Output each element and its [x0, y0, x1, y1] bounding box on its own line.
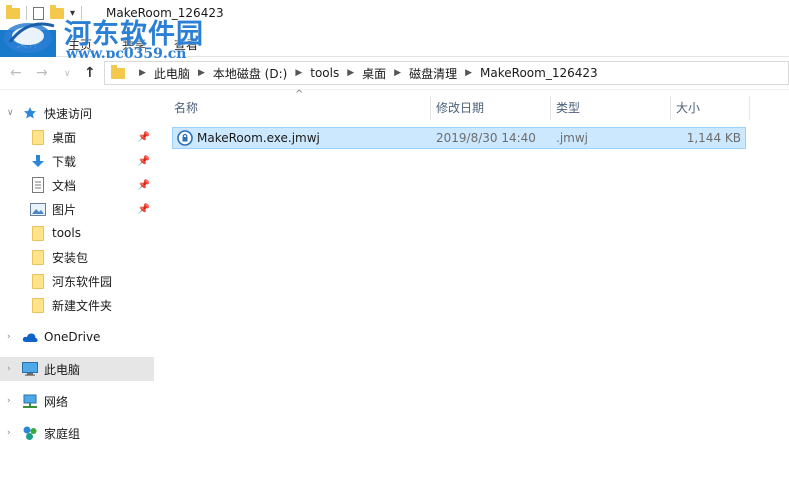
- chevron-right-icon[interactable]: ›: [7, 332, 11, 342]
- breadcrumb-local-disk[interactable]: 本地磁盘 (D:): [213, 65, 287, 82]
- column-header-date[interactable]: 修改日期: [430, 95, 550, 121]
- pin-icon[interactable]: 📌: [138, 204, 150, 215]
- folder-icon: [111, 64, 125, 79]
- sidebar-item-network[interactable]: › 网络: [0, 389, 154, 413]
- sidebar-item-installers[interactable]: 安装包: [0, 245, 154, 269]
- sidebar-item-quick-access[interactable]: ∨ 快速访问: [0, 101, 154, 125]
- table-row[interactable]: MakeRoom.exe.jmwj 2019/8/30 14:40 .jmwj …: [172, 127, 746, 149]
- chevron-right-icon[interactable]: ›: [7, 364, 11, 374]
- pin-icon[interactable]: 📌: [138, 132, 150, 143]
- column-header-type[interactable]: 类型: [550, 95, 670, 121]
- file-size: 1,144 KB: [686, 131, 741, 145]
- breadcrumb-current-folder[interactable]: MakeRoom_126423: [480, 66, 598, 80]
- chevron-right-icon[interactable]: ›: [7, 428, 11, 438]
- file-date: 2019/8/30 14:40: [436, 131, 536, 145]
- chevron-right-icon[interactable]: ▶: [394, 68, 401, 78]
- folder-icon: [30, 225, 46, 241]
- document-icon: [30, 177, 46, 193]
- folder-icon: [30, 297, 46, 313]
- network-icon: [22, 393, 38, 409]
- back-arrow-icon[interactable]: ←: [10, 65, 22, 81]
- sidebar-item-this-pc[interactable]: › 此电脑: [0, 357, 154, 381]
- sidebar-item-onedrive[interactable]: › OneDrive: [0, 325, 154, 349]
- sidebar-item-downloads[interactable]: 下载 📌: [0, 149, 154, 173]
- file-type: .jmwj: [556, 131, 588, 145]
- chevron-right-icon[interactable]: ▶: [139, 68, 146, 78]
- address-bar[interactable]: ▶ 此电脑 ▶ 本地磁盘 (D:) ▶ tools ▶ 桌面 ▶ 磁盘清理 ▶ …: [104, 61, 789, 85]
- sidebar-item-homegroup[interactable]: › 家庭组: [0, 421, 154, 445]
- watermark-logo-icon: [4, 22, 55, 53]
- column-divider[interactable]: [749, 96, 750, 120]
- download-arrow-icon: [30, 153, 46, 169]
- folder-icon: [30, 273, 46, 289]
- navigation-bar: ← → ∨ ↑ ▶ 此电脑 ▶ 本地磁盘 (D:) ▶ tools ▶ 桌面 ▶…: [0, 58, 789, 90]
- up-arrow-icon[interactable]: ↑: [84, 65, 96, 81]
- folder-icon: [30, 249, 46, 265]
- chevron-right-icon[interactable]: ▶: [347, 68, 354, 78]
- navigation-pane: ∨ 快速访问 桌面 📌 下载 📌 文档 📌 图片 📌 tools 安装包 河东软…: [0, 95, 160, 498]
- file-name[interactable]: MakeRoom.exe.jmwj: [197, 131, 320, 145]
- sidebar-item-desktop[interactable]: 桌面 📌: [0, 125, 154, 149]
- desktop-folder-icon: [30, 129, 46, 145]
- sidebar-item-hedong[interactable]: 河东软件园: [0, 269, 154, 293]
- column-header-name[interactable]: 名称: [168, 95, 430, 121]
- homegroup-icon: [22, 425, 38, 441]
- sidebar-item-new-folder[interactable]: 新建文件夹: [0, 293, 154, 317]
- pin-icon[interactable]: 📌: [138, 180, 150, 191]
- chevron-right-icon[interactable]: ▶: [465, 68, 472, 78]
- breadcrumb-tools[interactable]: tools: [310, 66, 339, 80]
- star-icon: [22, 105, 38, 121]
- breadcrumb-disk-cleanup[interactable]: 磁盘清理: [409, 65, 457, 82]
- chevron-right-icon[interactable]: ›: [7, 396, 11, 406]
- sidebar-item-documents[interactable]: 文档 📌: [0, 173, 154, 197]
- pin-icon[interactable]: 📌: [138, 156, 150, 167]
- sidebar-item-tools[interactable]: tools: [0, 221, 154, 245]
- this-pc-icon: [22, 361, 38, 377]
- forward-arrow-icon[interactable]: →: [36, 65, 48, 81]
- chevron-right-icon[interactable]: ▶: [198, 68, 205, 78]
- sidebar-item-pictures[interactable]: 图片 📌: [0, 197, 154, 221]
- breadcrumb-desktop[interactable]: 桌面: [362, 65, 386, 82]
- recent-locations-chevron-icon[interactable]: ∨: [64, 69, 71, 79]
- file-lock-icon: [177, 130, 193, 146]
- onedrive-cloud-icon: [22, 329, 38, 345]
- column-header-size[interactable]: 大小: [670, 95, 750, 121]
- breadcrumb-this-pc[interactable]: 此电脑: [154, 65, 190, 82]
- chevron-right-icon[interactable]: ▶: [295, 68, 302, 78]
- chevron-down-icon[interactable]: ∨: [7, 108, 14, 118]
- picture-icon: [30, 201, 46, 217]
